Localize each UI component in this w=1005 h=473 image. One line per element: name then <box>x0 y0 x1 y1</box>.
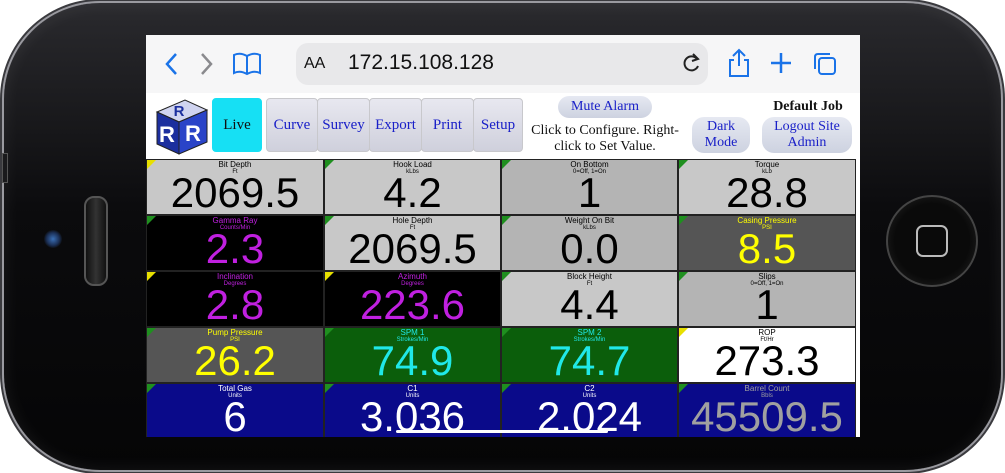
gauge-hole-depth[interactable]: Hole Depth Ft 2069.5 <box>324 215 501 271</box>
gauge-value: 4.2 <box>383 169 442 215</box>
gauge-on-bottom[interactable]: On Bottom 0=Off, 1=On 1 <box>501 159 678 215</box>
dark-mode-button[interactable]: Dark Mode <box>692 117 750 153</box>
gauge-spm-2[interactable]: SPM 2 Strokes/Min 74.7 <box>501 327 678 383</box>
gauge-value: 6 <box>223 393 247 438</box>
book-icon[interactable] <box>232 51 262 81</box>
gauge-label: C2 <box>584 384 595 393</box>
browser-toolbar: AA 172.15.108.128 <box>146 35 860 93</box>
gauge-barrel-count[interactable]: Barrel Count Bbls 45509.5 <box>678 383 856 437</box>
gauge-label: Weight On Bit <box>564 216 615 225</box>
gauge-label: Hole Depth <box>392 216 433 225</box>
address-field[interactable]: AA 172.15.108.128 <box>296 43 708 85</box>
gauge-grid: Bit Depth Ft 2069.5 Hook Load kLbs 4.2 On Bott… <box>146 159 858 437</box>
gauge-label: Gamma Ray <box>212 216 258 225</box>
gauge-value: 1 <box>577 169 602 215</box>
gauge-value: 74.9 <box>371 337 454 383</box>
gauge-azimuth[interactable]: Azimuth Degrees 223.6 <box>324 271 501 327</box>
home-indicator <box>396 430 608 433</box>
gauge-value: 45509.5 <box>691 393 843 438</box>
share-icon[interactable] <box>727 48 751 82</box>
gauge-casing-pressure[interactable]: Casing Pressure PSI 8.5 <box>678 215 856 271</box>
gauge-value: 1 <box>755 281 779 327</box>
tab-export[interactable]: Export <box>369 98 422 152</box>
gauge-value: 4.4 <box>560 281 619 327</box>
mute-alarm-button[interactable]: Mute Alarm <box>558 96 652 118</box>
app-logo: R R R <box>149 94 211 156</box>
gauge-inclination[interactable]: Inclination Degrees 2.8 <box>146 271 324 327</box>
gauge-label: Inclination <box>216 272 254 281</box>
logo-letter-top: R <box>174 103 185 120</box>
gauge-c2[interactable]: C2 Units 2.024 <box>501 383 678 437</box>
screen: AA 172.15.108.128 R R R Live Curve Surve… <box>146 35 860 437</box>
gauge-label: Azimuth <box>398 272 427 281</box>
gauge-value: 0.0 <box>560 225 619 271</box>
text-size-button[interactable]: AA <box>304 55 325 73</box>
gauge-label: Barrel Count <box>744 384 790 393</box>
chevron-left-icon[interactable] <box>164 51 180 81</box>
gauge-label: C1 <box>407 384 418 393</box>
gauge-bit-depth[interactable]: Bit Depth Ft 2069.5 <box>146 159 324 215</box>
camera-icon <box>44 230 62 248</box>
tabs-icon[interactable] <box>812 51 838 81</box>
gauge-label: Total Gas <box>218 384 252 393</box>
gauge-label: Casing Pressure <box>737 216 797 225</box>
gauge-value: 2.3 <box>205 225 265 271</box>
gauge-value: 2.8 <box>205 281 265 327</box>
gauge-slips[interactable]: Slips 0=Off, 1=On 1 <box>678 271 856 327</box>
logo-letter-right: R <box>185 121 201 146</box>
gauge-total-gas[interactable]: Total Gas Units 6 <box>146 383 324 437</box>
home-button[interactable] <box>886 195 978 287</box>
gauge-label: SPM 2 <box>577 328 602 337</box>
gauge-pump-pressure[interactable]: Pump Pressure PSI 26.2 <box>146 327 324 383</box>
gauge-label: SPM 1 <box>400 328 425 337</box>
gauge-label: Hook Load <box>393 160 432 169</box>
tab-live[interactable]: Live <box>212 98 262 152</box>
gauge-spm-1[interactable]: SPM 1 Strokes/Min 74.9 <box>324 327 501 383</box>
earpiece-speaker <box>84 196 108 286</box>
tab-survey[interactable]: Survey <box>317 98 370 152</box>
gauge-value: 2069.5 <box>348 225 477 271</box>
gauge-value: 8.5 <box>737 225 797 271</box>
gauge-torque[interactable]: Torque kLb 28.8 <box>678 159 856 215</box>
configure-hint: Click to Configure. Right-click to Set V… <box>531 123 679 154</box>
gauge-label: On Bottom <box>570 160 609 169</box>
job-name: Default Job <box>773 99 843 114</box>
gauge-label: Torque <box>754 160 780 169</box>
gauge-value: 223.6 <box>359 281 466 327</box>
tab-curve[interactable]: Curve <box>266 98 318 152</box>
app-toolbar: R R R Live Curve Survey Export Print Set… <box>146 93 860 160</box>
gauge-label: Block Height <box>567 272 612 281</box>
gauge-value: 2069.5 <box>170 169 300 215</box>
gauge-value: 74.7 <box>548 337 631 383</box>
home-square-icon <box>916 225 948 257</box>
gauge-label: ROP <box>758 328 776 337</box>
gauge-c1[interactable]: C1 Units 3.036 <box>324 383 501 437</box>
tab-print[interactable]: Print <box>421 98 474 152</box>
gauge-value: 26.2 <box>194 337 276 383</box>
address-text: 172.15.108.128 <box>348 51 494 74</box>
tab-setup[interactable]: Setup <box>473 98 523 152</box>
volume-button <box>2 153 8 183</box>
gauge-weight-on-bit[interactable]: Weight On Bit kLbs 0.0 <box>501 215 678 271</box>
gauge-value: 273.3 <box>714 337 820 383</box>
gauge-rop[interactable]: ROP Ft/Hr 273.3 <box>678 327 856 383</box>
plus-icon[interactable] <box>769 51 793 79</box>
gauge-gamma-ray[interactable]: Gamma Ray Counts/Min 2.3 <box>146 215 324 271</box>
chevron-right-icon[interactable] <box>198 51 214 81</box>
gauge-label: Slips <box>758 272 776 281</box>
gauge-value: 28.8 <box>726 169 808 215</box>
gauge-hook-load[interactable]: Hook Load kLbs 4.2 <box>324 159 501 215</box>
gauge-label: Bit Depth <box>218 160 252 169</box>
gauge-label: Pump Pressure <box>207 328 263 337</box>
logo-letter-left: R <box>159 122 175 147</box>
reload-icon[interactable] <box>680 51 702 81</box>
logout-button[interactable]: Logout Site Admin <box>762 117 852 153</box>
gauge-block-height[interactable]: Block Height Ft 4.4 <box>501 271 678 327</box>
